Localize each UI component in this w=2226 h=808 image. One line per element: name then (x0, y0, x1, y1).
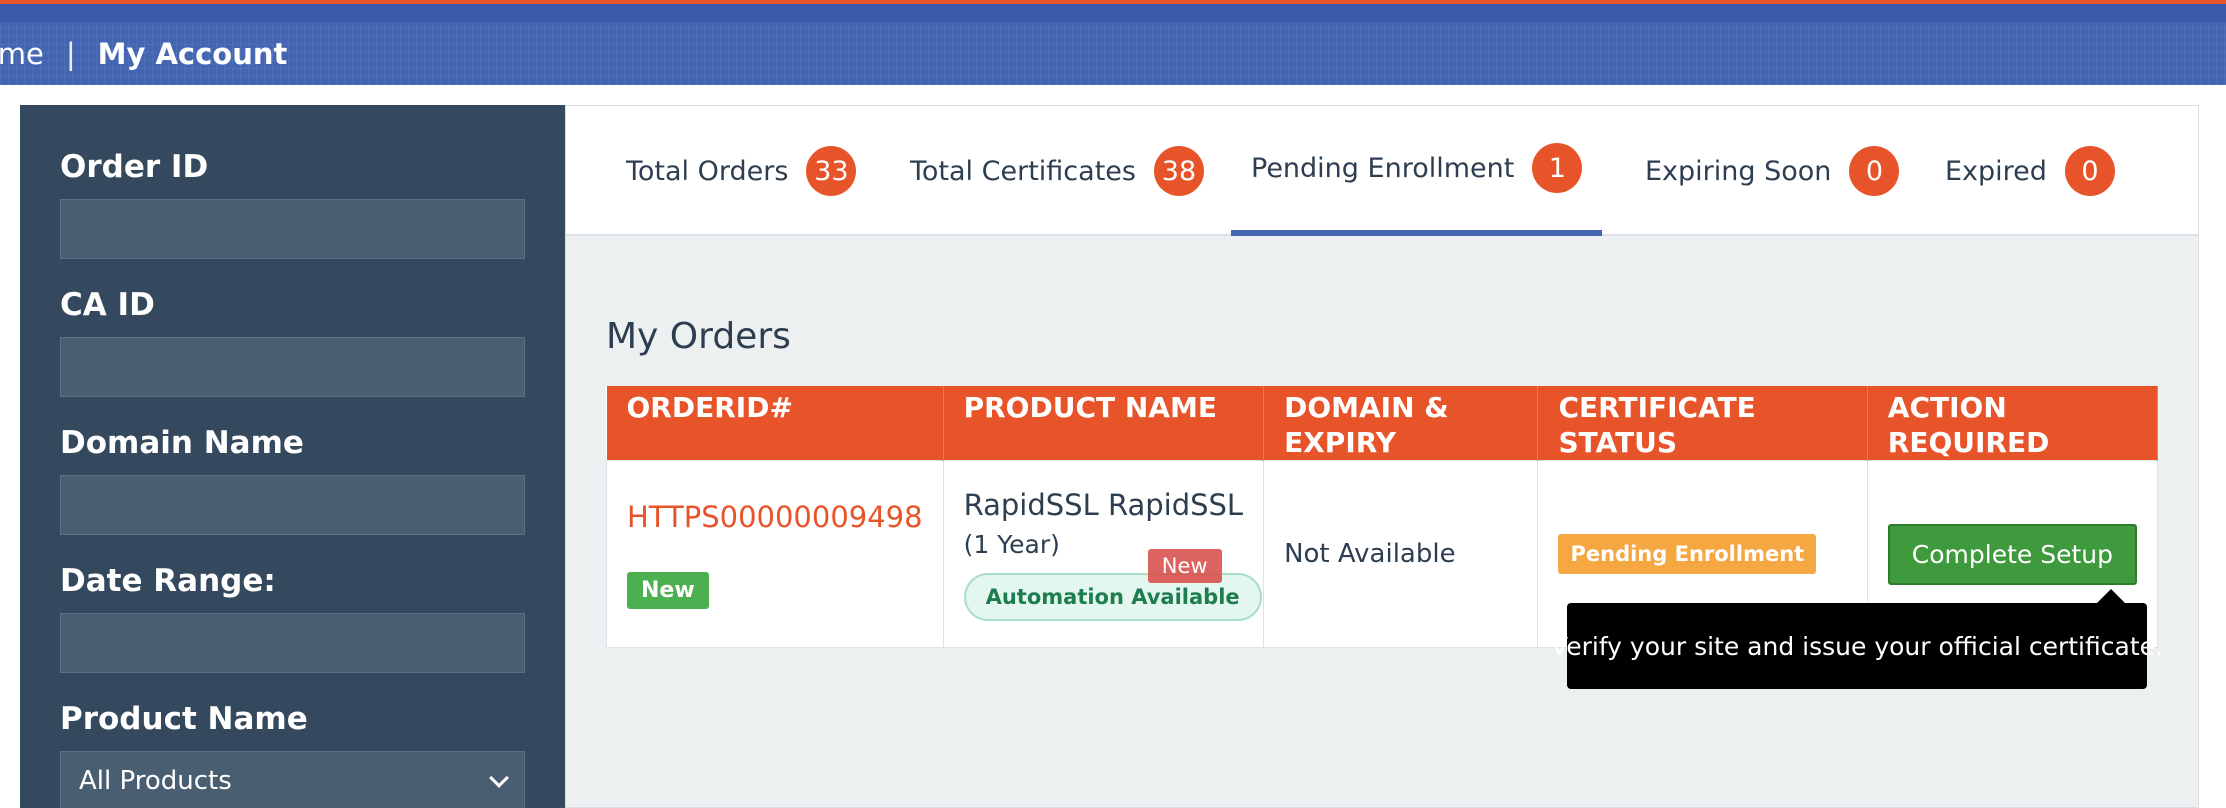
cell-product-name: RapidSSL RapidSSL (1 Year) Automation Av… (942, 460, 1265, 648)
ca-id-input[interactable] (60, 337, 525, 397)
date-range-input[interactable] (60, 613, 525, 673)
tab-expiring-soon[interactable]: Expiring Soon 0 (1625, 106, 1919, 236)
table-header-row: ORDERID# PRODUCT NAME DOMAIN & EXPIRY CE… (606, 386, 2159, 461)
tab-label: Expiring Soon (1645, 155, 1832, 187)
column-header-product-name: PRODUCT NAME (943, 386, 1265, 461)
order-id-link[interactable]: HTTPS00000009498 (627, 500, 923, 534)
cell-domain-expiry: Not Available (1263, 460, 1539, 648)
column-header-order-id: ORDERID# (606, 386, 944, 461)
filter-sidebar: Order ID CA ID Domain Name Date Range: P… (20, 105, 565, 808)
tab-label: Pending Enrollment (1251, 152, 1515, 184)
top-nav-bar: ome | My Account (0, 0, 2226, 85)
product-name-label: Product Name (60, 701, 308, 737)
count-badge: 0 (2064, 146, 2115, 196)
column-header-action-required: ACTION REQUIRED (1867, 386, 2159, 461)
cell-order-id: HTTPS00000009498 New (606, 460, 944, 648)
date-range-label: Date Range: (60, 563, 276, 599)
tab-label: Expired (1945, 155, 2047, 187)
breadcrumb: ome | My Account (0, 37, 287, 71)
breadcrumb-separator: | (65, 37, 76, 71)
breadcrumb-current: My Account (97, 37, 288, 71)
order-id-label: Order ID (60, 149, 209, 185)
product-name: RapidSSL RapidSSL (963, 487, 1244, 522)
new-badge: New (627, 571, 709, 609)
tab-pending-enrollment[interactable]: Pending Enrollment 1 (1231, 106, 1603, 236)
count-badge: 38 (1153, 146, 1204, 196)
domain-name-input[interactable] (60, 475, 525, 535)
tab-total-certificates[interactable]: Total Certificates 38 (890, 106, 1224, 236)
complete-setup-button[interactable]: Complete Setup (1887, 523, 2137, 585)
breadcrumb-home-link[interactable]: ome (0, 37, 44, 71)
column-header-certificate-status: CERTIFICATE STATUS (1537, 386, 1868, 461)
count-badge: 33 (806, 146, 857, 196)
automation-wrapper: Automation Available New (963, 548, 1262, 621)
domain-expiry-value: Not Available (1284, 539, 1456, 569)
product-name-select[interactable]: All Products (60, 751, 525, 808)
domain-name-label: Domain Name (60, 425, 304, 461)
order-id-input[interactable] (60, 199, 525, 259)
order-tabs: Total Orders 33 Total Certificates 38 Pe… (566, 106, 2198, 236)
tab-expired[interactable]: Expired 0 (1925, 106, 2135, 236)
tab-label: Total Certificates (910, 155, 1136, 187)
new-badge: New (1147, 548, 1222, 583)
tab-total-orders[interactable]: Total Orders 33 (606, 106, 876, 236)
count-badge: 0 (1849, 146, 1900, 196)
product-name-selected: All Products (79, 766, 232, 796)
ca-id-label: CA ID (60, 287, 155, 323)
main-content: Total Orders 33 Total Certificates 38 Pe… (565, 105, 2199, 808)
tab-label: Total Orders (626, 155, 789, 187)
chevron-down-icon (489, 768, 509, 788)
tooltip: Verify your site and issue your official… (1551, 589, 2163, 689)
count-badge: 1 (1532, 143, 1583, 193)
orders-title: My Orders (606, 316, 791, 357)
status-badge: Pending Enrollment (1558, 534, 1817, 574)
column-header-domain-expiry: DOMAIN & EXPIRY (1263, 386, 1539, 461)
